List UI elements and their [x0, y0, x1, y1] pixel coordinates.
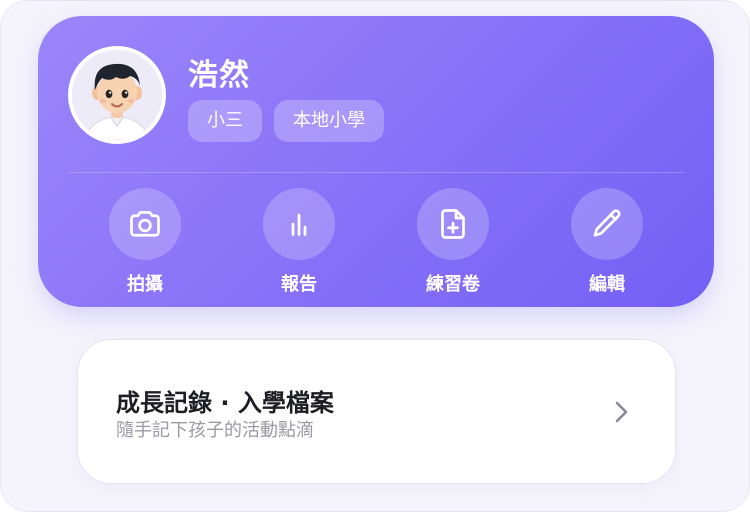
- profile-card: 浩然 小三 本地小學 拍攝 報告 練習卷 編輯: [38, 16, 714, 307]
- worksheet-label: 練習卷: [426, 274, 480, 295]
- child-name: 浩然: [188, 58, 250, 93]
- child-avatar[interactable]: [68, 46, 166, 144]
- child-tags: 小三 本地小學: [188, 100, 384, 142]
- edit-button[interactable]: 編輯: [557, 188, 657, 296]
- edit-label: 編輯: [589, 274, 625, 295]
- grade-chip[interactable]: 小三: [188, 100, 262, 142]
- camera-icon: [130, 211, 160, 237]
- report-label: 報告: [281, 274, 317, 295]
- worksheet-button[interactable]: 練習卷: [403, 188, 503, 296]
- avatar-illustration: [72, 50, 162, 140]
- school-chip[interactable]: 本地小學: [274, 100, 384, 142]
- chevron-right-icon: [615, 401, 628, 423]
- capture-icon-circle: [109, 188, 181, 260]
- report-icon-circle: [263, 188, 335, 260]
- pencil-icon: [593, 209, 621, 237]
- file-plus-icon: [441, 209, 465, 239]
- app-frame: 浩然 小三 本地小學 拍攝 報告 練習卷 編輯 成長記錄 · 入學檔案 隨手記下…: [0, 0, 750, 512]
- growth-record-card[interactable]: 成長記錄 · 入學檔案 隨手記下孩子的活動點滴: [77, 339, 676, 484]
- worksheet-icon-circle: [417, 188, 489, 260]
- bar-chart-icon: [291, 213, 307, 236]
- record-subtitle: 隨手記下孩子的活動點滴: [116, 420, 314, 441]
- capture-button[interactable]: 拍攝: [95, 188, 195, 296]
- report-button[interactable]: 報告: [249, 188, 349, 296]
- edit-icon-circle: [571, 188, 643, 260]
- capture-label: 拍攝: [127, 274, 163, 295]
- record-title: 成長記錄 · 入學檔案: [116, 389, 334, 417]
- divider: [68, 172, 684, 173]
